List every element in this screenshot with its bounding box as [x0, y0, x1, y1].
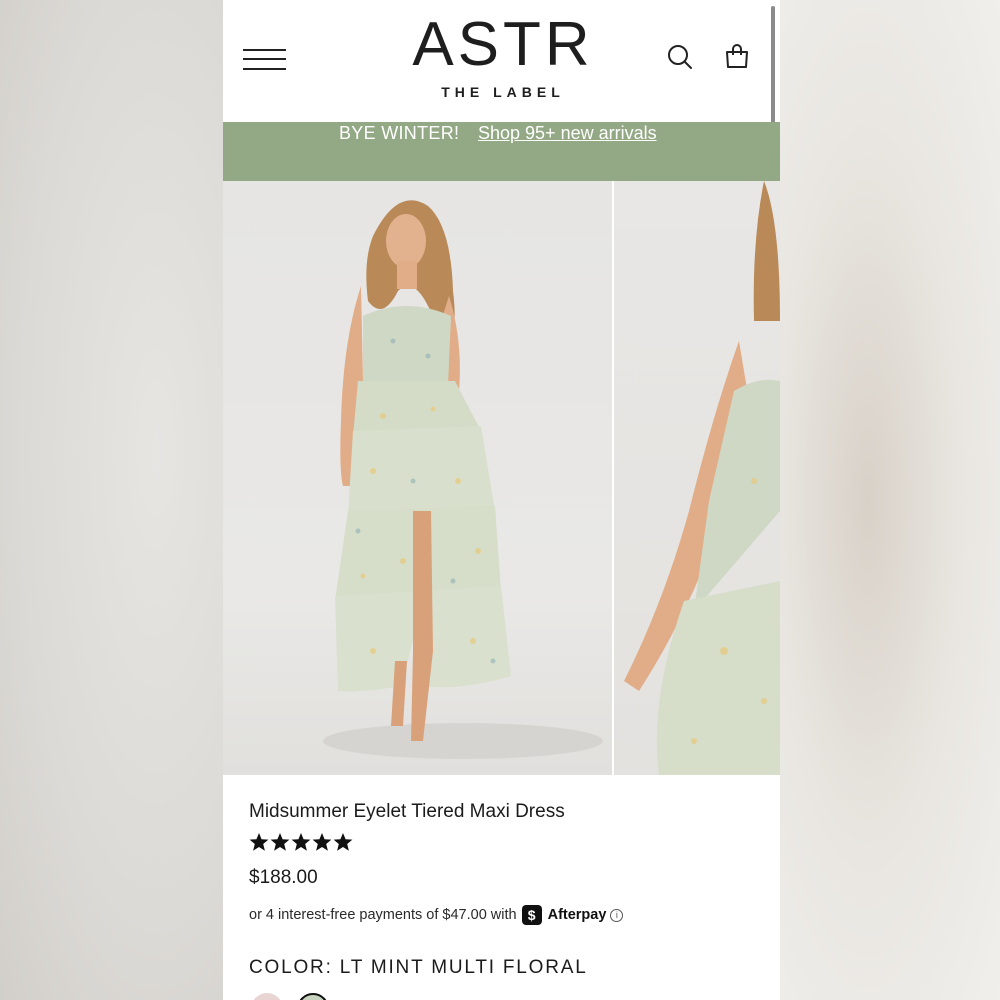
- rating-stars[interactable]: [249, 832, 353, 852]
- color-value: LT MINT MULTI FLORAL: [339, 957, 588, 978]
- color-selection-label: COLOR: LT MINT MULTI FLORAL: [249, 957, 588, 979]
- model-dress-illustration: [323, 200, 603, 759]
- promo-link[interactable]: Shop 95+ new arrivals: [478, 123, 657, 144]
- site-header: ASTR THE LABEL: [223, 0, 780, 164]
- brand-logo[interactable]: ASTR THE LABEL: [393, 10, 613, 100]
- color-swatch-mint-selected[interactable]: [297, 993, 329, 1000]
- product-photo-next[interactable]: [614, 181, 780, 775]
- phone-screen: ASTR THE LABEL BYE WINTER! Shop 95+ new …: [223, 0, 780, 1000]
- afterpay-installments: or 4 interest-free payments of $47.00 wi…: [249, 905, 624, 925]
- shopping-bag-icon[interactable]: [724, 43, 750, 69]
- blurred-background-right: [780, 0, 1000, 1000]
- star-icon: [333, 833, 353, 851]
- model-closeup-illustration: [624, 181, 780, 775]
- star-icon: [270, 833, 290, 851]
- promo-banner: BYE WINTER! Shop 95+ new arrivals: [223, 122, 780, 181]
- installment-text: or 4 interest-free payments of $47.00 wi…: [249, 907, 517, 923]
- star-icon: [312, 833, 332, 851]
- promo-message: BYE WINTER!: [339, 123, 460, 143]
- product-image-gallery[interactable]: [223, 181, 780, 775]
- product-photo-main[interactable]: [223, 181, 612, 775]
- product-price: $188.00: [249, 867, 318, 888]
- star-icon: [249, 833, 269, 851]
- hamburger-menu-icon[interactable]: [243, 47, 286, 73]
- search-icon[interactable]: [667, 44, 693, 70]
- logo-tagline: THE LABEL: [441, 84, 565, 100]
- info-icon[interactable]: i: [610, 908, 624, 922]
- logo-wordmark: ASTR: [412, 10, 594, 79]
- color-label: COLOR:: [249, 957, 333, 978]
- star-icon: [291, 833, 311, 851]
- product-title: Midsummer Eyelet Tiered Maxi Dress: [249, 801, 565, 822]
- afterpay-logo-icon: $: [521, 905, 542, 925]
- blurred-background-left: [0, 0, 223, 1000]
- color-swatch-pink[interactable]: [251, 993, 283, 1000]
- afterpay-name: Afterpay: [547, 907, 607, 923]
